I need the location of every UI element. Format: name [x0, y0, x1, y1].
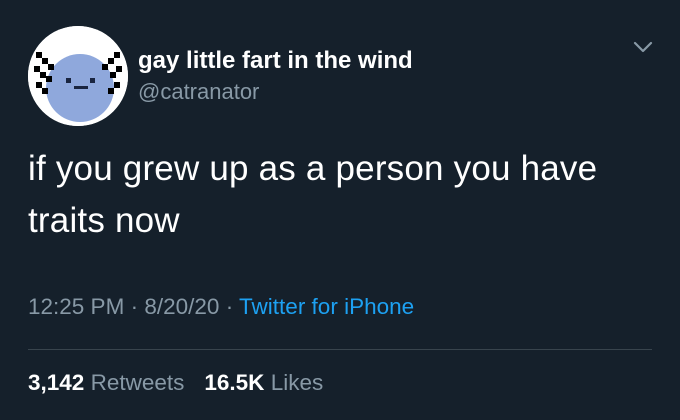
tweet-meta: 12:25 PM · 8/20/20 · Twitter for iPhone [28, 294, 414, 320]
user-handle[interactable]: @catranator [138, 78, 413, 106]
retweets-count: 3,142 [28, 370, 85, 395]
meta-separator: · [225, 294, 234, 319]
likes-stat[interactable]: 16.5K Likes [204, 370, 323, 396]
tweet-stats: 3,142 Retweets 16.5K Likes [28, 370, 343, 396]
axolotl-avatar-icon [28, 26, 128, 126]
meta-separator: · [130, 294, 139, 319]
display-name[interactable]: gay little fart in the wind [138, 46, 413, 76]
tweet-text: if you grew up as a person you have trai… [28, 149, 598, 240]
author-names: gay little fart in the wind @catranator [138, 46, 413, 106]
likes-count: 16.5K [204, 370, 265, 395]
likes-label: Likes [270, 370, 324, 395]
tweet-card: gay little fart in the wind @catranator … [0, 0, 680, 420]
tweet-time[interactable]: 12:25 PM [28, 294, 124, 319]
retweets-label: Retweets [90, 370, 185, 395]
avatar[interactable] [28, 26, 128, 126]
divider [28, 349, 652, 350]
chevron-down-icon[interactable] [630, 34, 656, 60]
retweets-stat[interactable]: 3,142 Retweets [28, 370, 184, 396]
tweet-header: gay little fart in the wind @catranator [28, 26, 413, 126]
tweet-source-link[interactable]: Twitter for iPhone [239, 294, 414, 319]
tweet-date[interactable]: 8/20/20 [144, 294, 219, 319]
